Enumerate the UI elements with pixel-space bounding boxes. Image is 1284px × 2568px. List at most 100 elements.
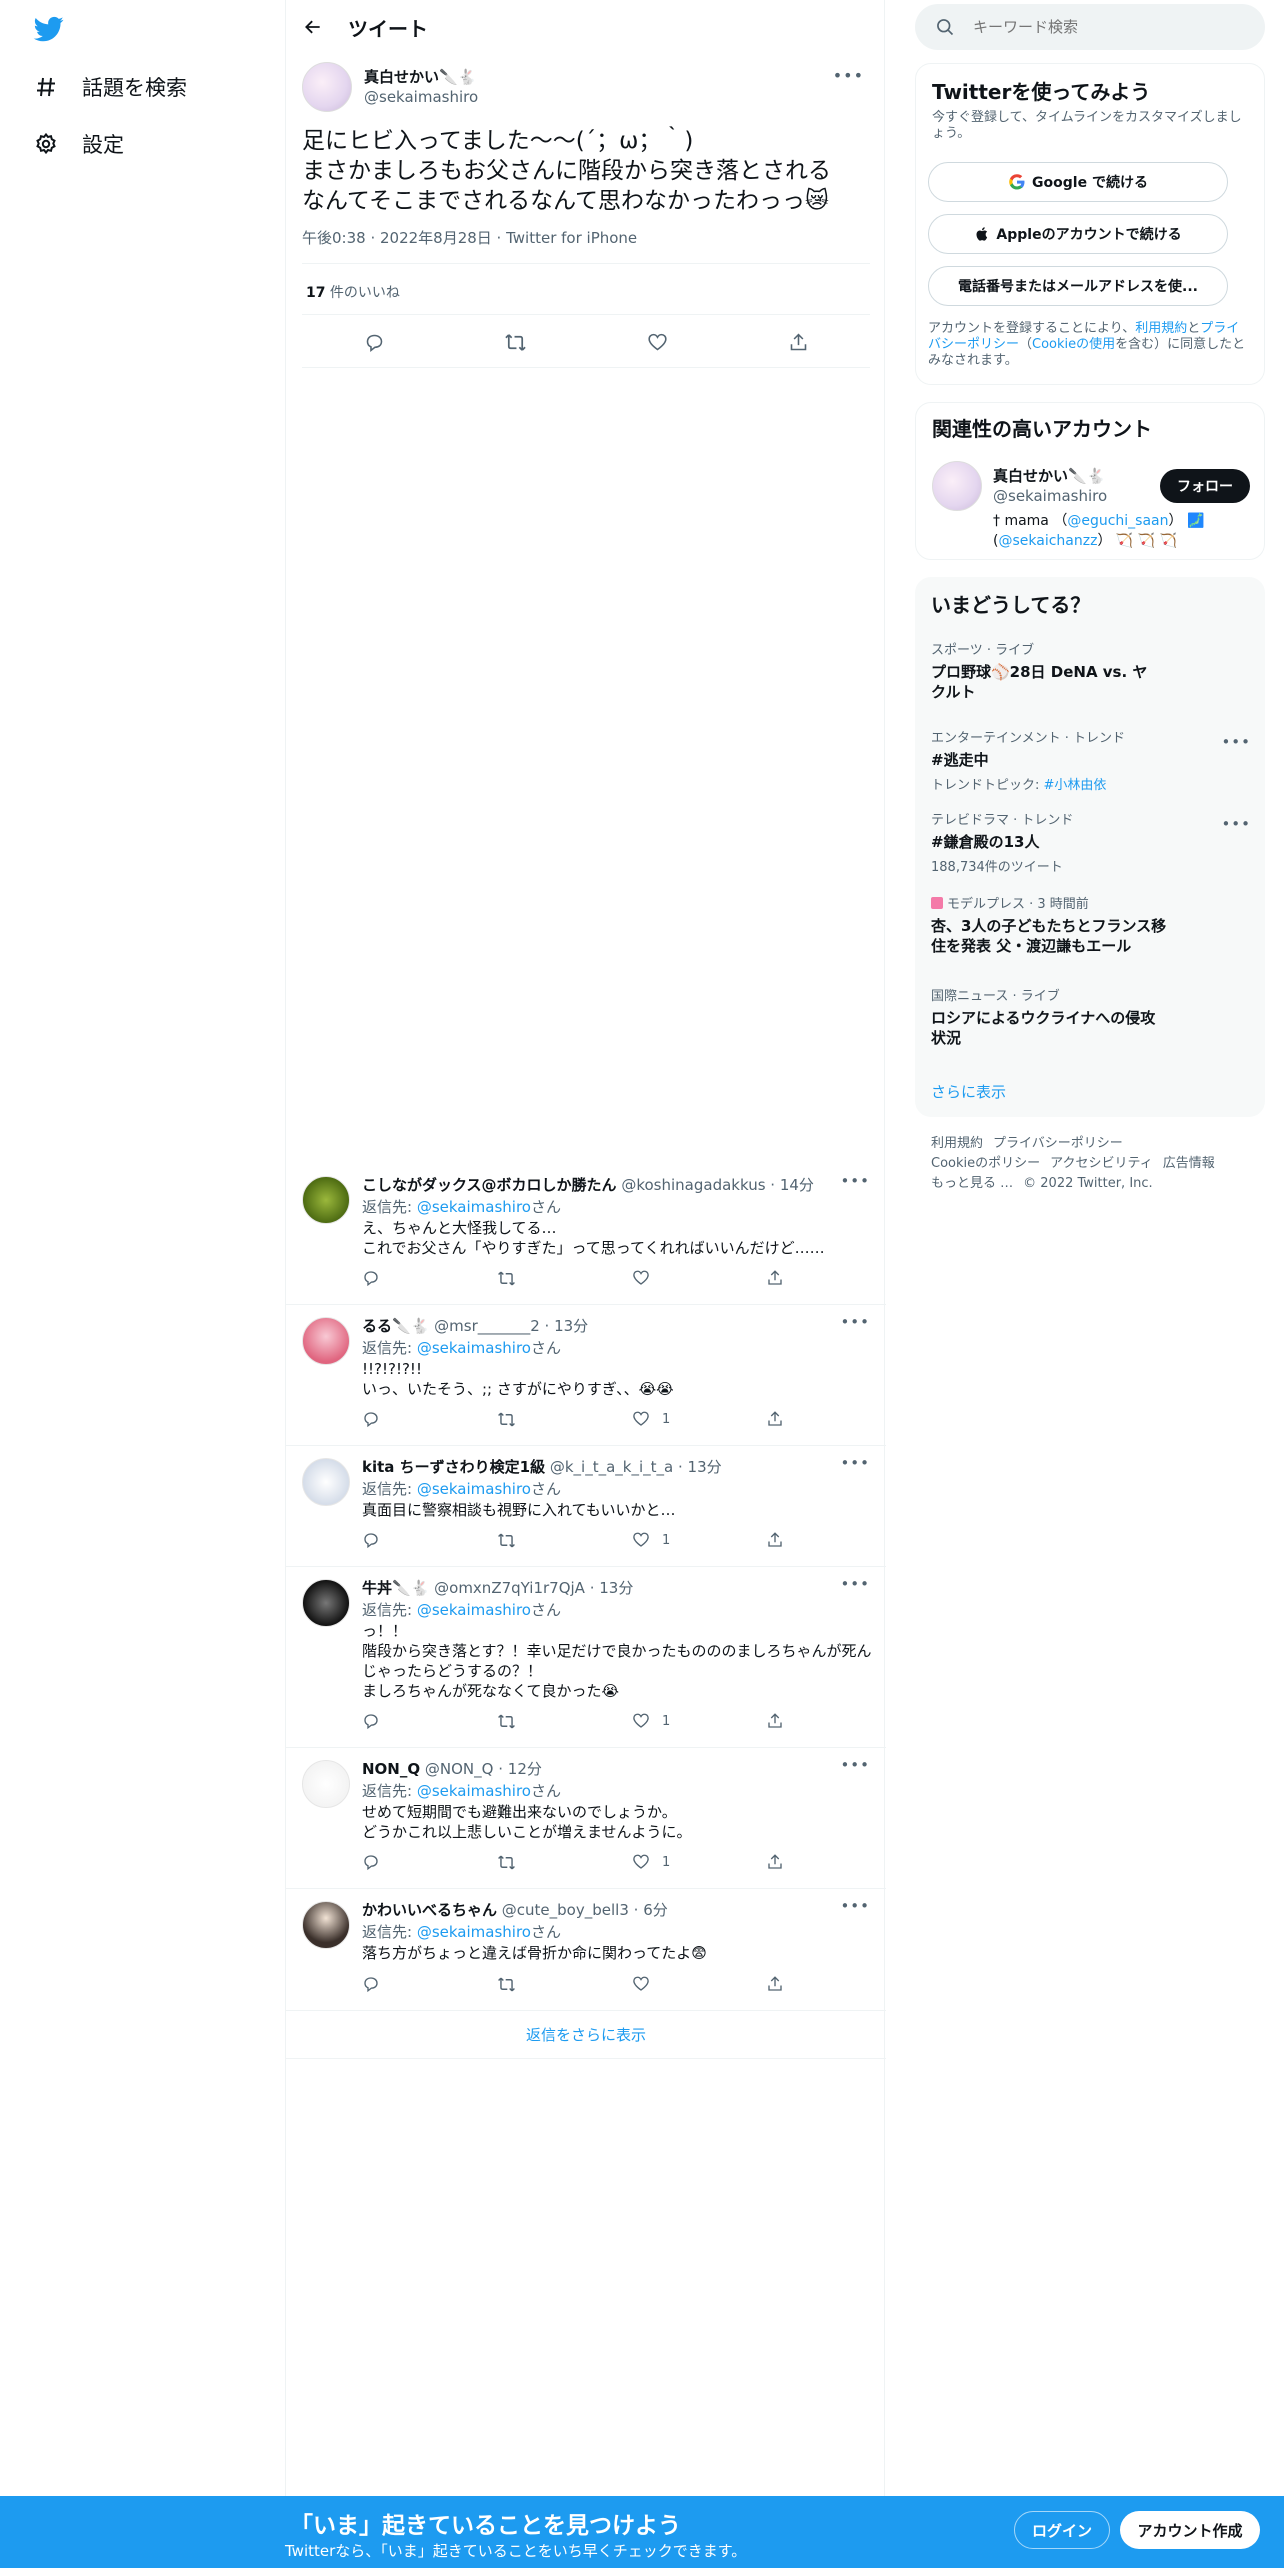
search-box[interactable] [915, 4, 1265, 50]
reply-tweet[interactable]: NON_Q @NON_Q · 12分 ••• 返信先: @sekaimashiroさ… [286, 1748, 886, 1889]
reply-to-mention[interactable]: @sekaimashiro [417, 1198, 531, 1216]
reply-time[interactable]: 14分 [780, 1176, 814, 1194]
back-arrow-icon[interactable] [298, 12, 328, 42]
reply-time[interactable]: 12分 [508, 1760, 542, 1778]
like-button[interactable]: 1 [632, 1706, 670, 1736]
retweet-icon[interactable] [497, 1847, 528, 1877]
nav-settings[interactable]: 設定 [32, 124, 124, 164]
footer-accessibility-link[interactable]: アクセシビリティ [1050, 1156, 1153, 1171]
more-icon[interactable]: ••• [840, 1756, 870, 1774]
bio-mention[interactable]: @eguchi_saan [1067, 513, 1168, 529]
author-name[interactable]: 真白せかい🔪🐇 [364, 66, 476, 87]
reply-author-handle[interactable]: @cute_boy_bell3 [502, 1901, 629, 1919]
like-button[interactable]: 1 [632, 1404, 670, 1434]
trend-item[interactable]: エンターテインメント · トレンド #逃走中 トレンドトピック: #小林由依 •… [931, 727, 1251, 793]
footer-cookie-link[interactable]: Cookieのポリシー [931, 1156, 1040, 1171]
reply-icon[interactable] [362, 1706, 392, 1736]
related-name[interactable]: 真白せかい🔪🐇 [993, 465, 1105, 486]
reply-author-handle[interactable]: @NON_Q [425, 1760, 494, 1778]
share-icon[interactable] [766, 1969, 796, 1999]
related-handle[interactable]: @sekaimashiro [993, 487, 1107, 505]
avatar[interactable] [302, 1901, 350, 1949]
share-icon[interactable] [766, 1706, 796, 1736]
tweet-timestamp[interactable]: 午後0:38 · 2022年8月28日 · Twitter for iPhone [302, 227, 637, 248]
reply-author-handle[interactable]: @omxnZ7qYi1r7QjA [434, 1579, 585, 1597]
trend-topic-link[interactable]: #小林由依 [1044, 778, 1107, 793]
bio-mention[interactable]: @sekaichanzz [998, 533, 1097, 549]
trend-item[interactable]: テレビドラマ · トレンド #鎌倉殿の13人 188,734件のツイート ••• [931, 809, 1251, 875]
cookie-link[interactable]: Cookieの使用 [1032, 337, 1115, 352]
reply-tweet[interactable]: るる🔪🐇 @msr_______2 · 13分 ••• 返信先: @sekaimas… [286, 1305, 886, 1446]
more-icon[interactable]: ••• [1221, 733, 1251, 751]
reply-author-name[interactable]: るる🔪🐇 [362, 1317, 429, 1335]
reply-author-name[interactable]: こしながダックス@ボカロしか勝たん [362, 1176, 617, 1194]
avatar[interactable] [302, 1458, 350, 1506]
more-icon[interactable]: ••• [1221, 815, 1251, 833]
like-button[interactable] [632, 1969, 662, 1999]
footer-terms-link[interactable]: 利用規約 [931, 1136, 983, 1151]
reply-author-handle[interactable]: @msr_______2 [434, 1317, 540, 1335]
reply-to-mention[interactable]: @sekaimashiro [417, 1339, 531, 1357]
reply-author-name[interactable]: NON_Q [362, 1760, 420, 1778]
reply-to-mention[interactable]: @sekaimashiro [417, 1923, 531, 1941]
reply-tweet[interactable]: 牛丼🔪🐇 @omxnZ7qYi1r7QjA · 13分 ••• 返信先: @seka… [286, 1567, 886, 1748]
trend-item[interactable]: 国際ニュース · ライブ ロシアによるウクライナへの侵攻状況 [931, 985, 1251, 1048]
reply-author-name[interactable]: かわいいべるちゃん [362, 1901, 497, 1919]
search-input[interactable] [973, 18, 1233, 36]
like-button[interactable]: 1 [632, 1525, 670, 1555]
retweet-icon[interactable] [497, 1263, 528, 1293]
reply-time[interactable]: 13分 [554, 1317, 588, 1335]
retweet-icon[interactable] [497, 324, 533, 360]
share-icon[interactable] [766, 1404, 796, 1434]
retweet-icon[interactable] [497, 1525, 528, 1555]
more-icon[interactable]: ••• [840, 1454, 870, 1472]
avatar[interactable] [302, 1579, 350, 1627]
like-button[interactable] [632, 1263, 662, 1293]
avatar[interactable] [302, 1176, 350, 1224]
reply-author-handle[interactable]: @koshinagadakkus [621, 1176, 765, 1194]
login-button[interactable]: ログイン [1014, 2511, 1110, 2549]
twitter-logo-icon[interactable] [32, 14, 66, 44]
reply-icon[interactable] [356, 324, 392, 360]
reply-icon[interactable] [362, 1263, 392, 1293]
avatar[interactable] [302, 1317, 350, 1365]
footer-privacy-link[interactable]: プライバシーポリシー [993, 1136, 1123, 1151]
reply-to-mention[interactable]: @sekaimashiro [417, 1601, 531, 1619]
reply-author-name[interactable]: kita ちーずさわり検定1級 [362, 1458, 545, 1476]
reply-time[interactable]: 13分 [599, 1579, 633, 1597]
reply-to-mention[interactable]: @sekaimashiro [417, 1480, 531, 1498]
more-icon[interactable]: ••• [840, 1575, 870, 1593]
show-more-trends-link[interactable]: さらに表示 [931, 1081, 1006, 1102]
share-icon[interactable] [780, 324, 816, 360]
reply-time[interactable]: 13分 [688, 1458, 722, 1476]
like-button[interactable]: 1 [632, 1847, 670, 1877]
terms-link[interactable]: 利用規約 [1135, 321, 1187, 336]
trend-item[interactable]: モデルプレス · 3 時間前 杏、3人の子どもたちとフランス移住を発表 父・渡辺… [931, 893, 1251, 956]
more-icon[interactable]: ••• [840, 1172, 870, 1190]
retweet-icon[interactable] [497, 1706, 528, 1736]
follow-button[interactable]: フォロー [1160, 469, 1250, 503]
reply-author-handle[interactable]: @k_i_t_a_k_i_t_a [550, 1458, 673, 1476]
avatar[interactable] [932, 461, 982, 511]
apple-signup-button[interactable]: Appleのアカウントで続ける [928, 214, 1228, 254]
more-icon[interactable]: ••• [840, 1313, 870, 1331]
reply-tweet[interactable]: かわいいべるちゃん @cute_boy_bell3 · 6分 ••• 返信先: @s… [286, 1889, 886, 2011]
share-icon[interactable] [766, 1847, 796, 1877]
avatar[interactable] [302, 1760, 350, 1808]
reply-icon[interactable] [362, 1969, 392, 1999]
phone-email-signup-button[interactable]: 電話番号またはメールアドレスを使... [928, 266, 1228, 306]
avatar[interactable] [302, 62, 352, 112]
footer-ads-link[interactable]: 広告情報 [1163, 1156, 1215, 1171]
signup-button[interactable]: アカウント作成 [1120, 2511, 1260, 2549]
reply-icon[interactable] [362, 1525, 392, 1555]
nav-explore[interactable]: 話題を検索 [32, 67, 187, 107]
reply-icon[interactable] [362, 1404, 392, 1434]
more-icon[interactable]: ••• [833, 66, 864, 85]
reply-to-mention[interactable]: @sekaimashiro [417, 1782, 531, 1800]
footer-more-link[interactable]: もっと見る … [931, 1176, 1013, 1191]
google-signup-button[interactable]: Google で続ける [928, 162, 1228, 202]
reply-author-name[interactable]: 牛丼🔪🐇 [362, 1579, 429, 1597]
retweet-icon[interactable] [497, 1404, 528, 1434]
share-icon[interactable] [766, 1263, 796, 1293]
share-icon[interactable] [766, 1525, 796, 1555]
